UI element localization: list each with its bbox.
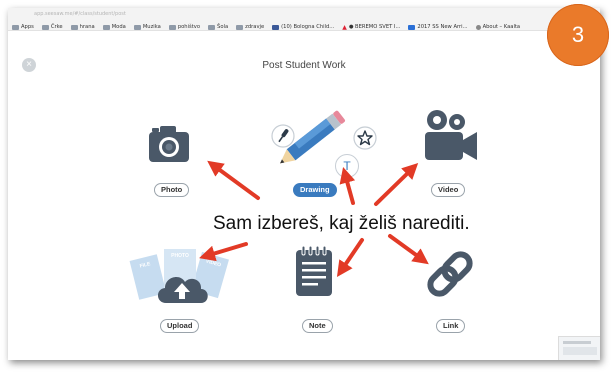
arrow-to-upload <box>199 242 248 262</box>
red-arrows-overlay <box>199 160 429 277</box>
step-number-badge: 3 <box>547 4 609 66</box>
browser-window: app.seesaw.me/#/class/student/post Apps … <box>8 8 600 360</box>
arrow-to-note <box>336 238 364 277</box>
arrow-to-photo <box>207 160 260 200</box>
arrow-to-video <box>374 162 419 206</box>
instruction-text: Sam izbereš, kaj želiš narediti. <box>213 213 470 234</box>
arrow-to-drawing <box>339 167 356 205</box>
arrow-to-link <box>388 234 429 265</box>
screen-thumbnail <box>558 336 600 360</box>
